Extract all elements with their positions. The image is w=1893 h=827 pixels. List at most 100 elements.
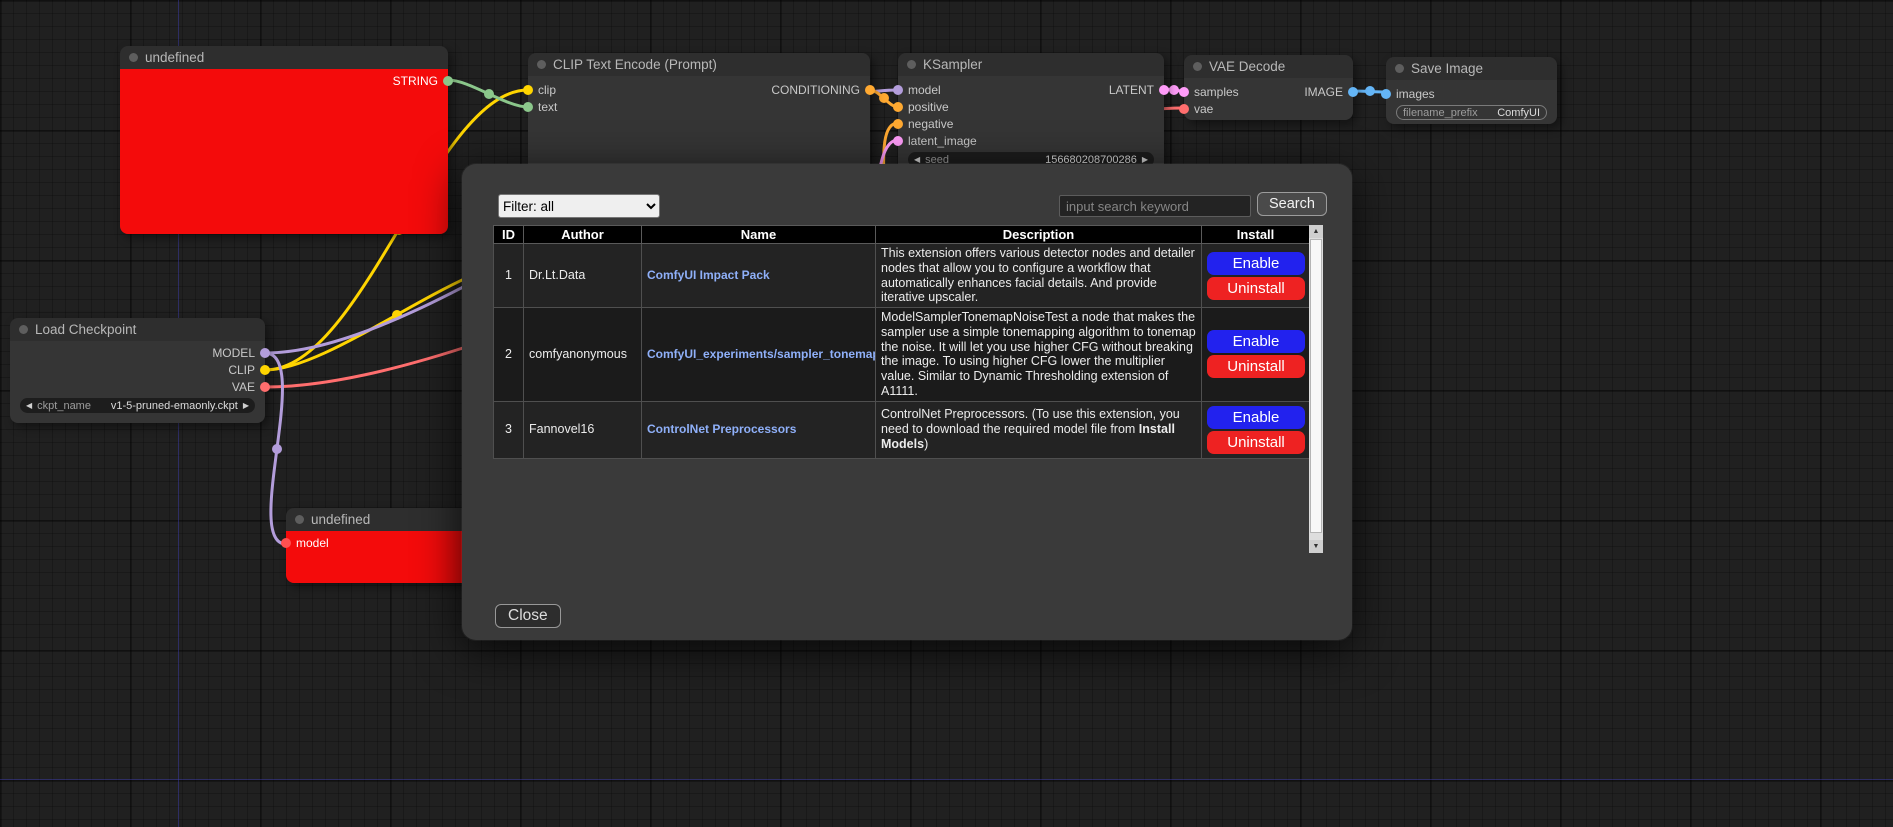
node-collapse-dot[interactable]	[1395, 64, 1404, 73]
output-label-model: MODEL	[212, 346, 255, 360]
node-titlebar[interactable]: VAE Decode	[1184, 55, 1353, 78]
output-slot-clip-icon[interactable]	[260, 365, 270, 375]
output-slot-string-icon[interactable]	[443, 76, 453, 86]
node-vae-decode[interactable]: VAE Decode samples IMAGE vae	[1184, 55, 1353, 120]
search-button[interactable]: Search	[1257, 192, 1327, 216]
seed-decrement-icon[interactable]: ◀	[914, 156, 920, 164]
node-collapse-dot[interactable]	[1193, 62, 1202, 71]
cell-id: 3	[494, 401, 524, 458]
input-label-vae: vae	[1194, 102, 1213, 116]
output-slot-image-icon[interactable]	[1348, 87, 1358, 97]
output-slot-vae-icon[interactable]	[260, 382, 270, 392]
uninstall-button[interactable]: Uninstall	[1207, 355, 1305, 378]
node-title: Load Checkpoint	[35, 322, 136, 337]
input-label-model: model	[296, 536, 329, 550]
input-slot-model-icon[interactable]	[281, 538, 291, 548]
cell-name: ControlNet Preprocessors	[642, 401, 876, 458]
output-label-clip: CLIP	[228, 363, 255, 377]
input-slot-vae-icon[interactable]	[1179, 104, 1189, 114]
input-slot-samples-icon[interactable]	[1179, 87, 1189, 97]
cell-install: Enable Uninstall	[1202, 244, 1310, 308]
cell-description: ModelSamplerTonemapNoiseTest a node that…	[876, 308, 1202, 402]
scrollbar-thumb[interactable]	[1310, 239, 1322, 533]
output-label-latent: LATENT	[1109, 83, 1154, 97]
output-slot-conditioning-icon[interactable]	[865, 85, 875, 95]
filename-prefix-label: filename_prefix	[1403, 107, 1478, 119]
ckpt-next-icon[interactable]: ▶	[243, 402, 249, 410]
node-model-patch[interactable]: undefined model	[286, 508, 486, 583]
output-label-string: STRING	[393, 74, 438, 88]
ckpt-name-widget[interactable]: ◀ ckpt_name v1-5-pruned-emaonly.ckpt ▶	[20, 398, 255, 413]
scroll-down-icon[interactable]: ▼	[1309, 540, 1323, 553]
extension-link[interactable]: ControlNet Preprocessors	[647, 422, 796, 436]
node-collapse-dot[interactable]	[907, 60, 916, 69]
input-label-latent-image: latent_image	[908, 134, 977, 148]
node-load-checkpoint[interactable]: Load Checkpoint MODEL CLIP VAE ◀ ckpt_na…	[10, 318, 265, 423]
output-slot-model-icon[interactable]	[260, 348, 270, 358]
input-slot-clip-icon[interactable]	[523, 85, 533, 95]
enable-button[interactable]: Enable	[1207, 252, 1305, 275]
col-header-description: Description	[876, 226, 1202, 244]
extension-row: 2 comfyanonymous ComfyUI_experiments/sam…	[494, 308, 1310, 402]
cell-description: This extension offers various detector n…	[876, 244, 1202, 308]
uninstall-button[interactable]: Uninstall	[1207, 277, 1305, 300]
node-collapse-dot[interactable]	[129, 53, 138, 62]
output-label-image: IMAGE	[1304, 85, 1343, 99]
extension-row: 3 Fannovel16 ControlNet Preprocessors Co…	[494, 401, 1310, 458]
node-string-primitive[interactable]: undefined STRING	[120, 46, 448, 234]
enable-button[interactable]: Enable	[1207, 330, 1305, 353]
filename-prefix-value: ComfyUI	[1497, 107, 1540, 119]
node-collapse-dot[interactable]	[537, 60, 546, 69]
input-label-text: text	[538, 100, 557, 114]
table-scrollbar[interactable]: ▲ ▼	[1309, 225, 1323, 553]
filter-select[interactable]: Filter: all	[498, 194, 660, 218]
input-slot-positive-icon[interactable]	[893, 102, 903, 112]
col-header-name: Name	[642, 226, 876, 244]
input-label-samples: samples	[1194, 85, 1239, 99]
node-titlebar[interactable]: undefined	[120, 46, 448, 69]
custom-nodes-manager-dialog: Filter: all Search ID Author Name Descri…	[462, 164, 1352, 640]
node-title: undefined	[145, 50, 204, 65]
uninstall-button[interactable]: Uninstall	[1207, 431, 1305, 454]
node-collapse-dot[interactable]	[19, 325, 28, 334]
cell-name: ComfyUI_experiments/sampler_tonemap	[642, 308, 876, 402]
node-titlebar[interactable]: undefined	[286, 508, 486, 531]
input-slot-model-icon[interactable]	[893, 85, 903, 95]
col-header-install: Install	[1202, 226, 1310, 244]
node-title: Save Image	[1411, 61, 1483, 76]
search-input[interactable]	[1059, 195, 1251, 217]
node-titlebar[interactable]: Load Checkpoint	[10, 318, 265, 341]
extension-link[interactable]: ComfyUI Impact Pack	[647, 268, 770, 282]
col-header-id: ID	[494, 226, 524, 244]
cell-install: Enable Uninstall	[1202, 401, 1310, 458]
cell-id: 2	[494, 308, 524, 402]
input-slot-latent-image-icon[interactable]	[893, 136, 903, 146]
node-save-image[interactable]: Save Image images filename_prefix ComfyU…	[1386, 57, 1557, 124]
enable-button[interactable]: Enable	[1207, 406, 1305, 429]
input-label-images: images	[1396, 87, 1435, 101]
seed-increment-icon[interactable]: ▶	[1142, 156, 1148, 164]
input-slot-text-icon[interactable]	[523, 102, 533, 112]
ckpt-name-value: v1-5-pruned-emaonly.ckpt	[111, 400, 238, 412]
extensions-table: ID Author Name Description Install 1 Dr.…	[493, 225, 1310, 459]
input-label-positive: positive	[908, 100, 949, 114]
node-title: KSampler	[923, 57, 982, 72]
scroll-up-icon[interactable]: ▲	[1309, 225, 1323, 238]
node-collapse-dot[interactable]	[295, 515, 304, 524]
filename-prefix-widget[interactable]: filename_prefix ComfyUI	[1396, 105, 1547, 120]
extension-link[interactable]: ComfyUI_experiments/sampler_tonemap	[647, 347, 876, 361]
node-title: undefined	[311, 512, 370, 527]
cell-author: Fannovel16	[524, 401, 642, 458]
node-titlebar[interactable]: KSampler	[898, 53, 1164, 76]
output-label-vae: VAE	[232, 380, 255, 394]
node-titlebar[interactable]: Save Image	[1386, 57, 1557, 80]
ckpt-prev-icon[interactable]: ◀	[26, 402, 32, 410]
cell-name: ComfyUI Impact Pack	[642, 244, 876, 308]
node-titlebar[interactable]: CLIP Text Encode (Prompt)	[528, 53, 870, 76]
input-slot-images-icon[interactable]	[1381, 89, 1391, 99]
output-slot-latent-icon[interactable]	[1159, 85, 1169, 95]
close-button[interactable]: Close	[495, 604, 561, 628]
input-label-model: model	[908, 83, 941, 97]
input-slot-negative-icon[interactable]	[893, 119, 903, 129]
cell-id: 1	[494, 244, 524, 308]
